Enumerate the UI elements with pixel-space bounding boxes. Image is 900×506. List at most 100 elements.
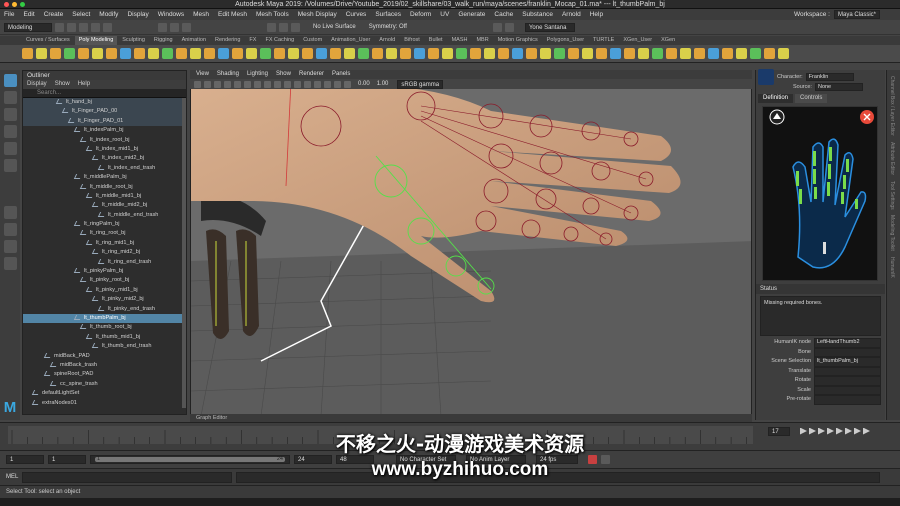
menu-item-help[interactable]: Help: [590, 11, 603, 18]
shelf-tool-icon[interactable]: [232, 48, 243, 59]
outliner-row[interactable]: midBack_PAD: [23, 352, 186, 361]
shelf-tool-icon[interactable]: [358, 48, 369, 59]
hik-tab-controls[interactable]: Controls: [795, 94, 828, 103]
outliner-search-input[interactable]: Search...: [23, 89, 186, 98]
menu-item-create[interactable]: Create: [44, 11, 64, 18]
viewport-menu-panels[interactable]: Panels: [332, 70, 350, 79]
shelf-tool-icon[interactable]: [596, 48, 607, 59]
ipr-render-icon[interactable]: [504, 22, 514, 32]
outliner-row[interactable]: lt_Finger_PAD_01: [23, 116, 186, 127]
resolution-gate-icon[interactable]: [254, 80, 261, 88]
step-forward-key-icon[interactable]: [854, 427, 861, 435]
outliner-row[interactable]: midBack_trash: [23, 361, 186, 370]
shelf-tab-mbr[interactable]: MBR: [472, 36, 492, 45]
menu-item-file[interactable]: File: [4, 11, 14, 18]
lasso-tool-icon[interactable]: [3, 91, 17, 104]
select-component-icon[interactable]: [182, 22, 191, 32]
symmetry-label[interactable]: Symmetry: Off: [369, 24, 407, 30]
side-tab[interactable]: Attribute Editor: [889, 142, 895, 175]
shelf-tool-icon[interactable]: [540, 48, 551, 59]
viewport-menu-view[interactable]: View: [196, 70, 209, 79]
shelf-tab-mash[interactable]: MASH: [448, 36, 472, 45]
menu-item-generate[interactable]: Generate: [458, 11, 485, 18]
grid-icon[interactable]: [234, 80, 241, 88]
move-tool-icon[interactable]: [3, 125, 17, 138]
viewport-panel[interactable]: [190, 70, 752, 415]
workspace-dropdown[interactable]: Maya Classic*: [833, 10, 880, 19]
shelf-tool-icon[interactable]: [484, 48, 495, 59]
menu-item-deform[interactable]: Deform: [410, 11, 431, 18]
shelf-tool-icon[interactable]: [386, 48, 397, 59]
shelf-tool-icon[interactable]: [246, 48, 257, 59]
outliner-row[interactable]: lt_middle_root_bj: [23, 183, 186, 192]
hik-tab-definition[interactable]: Definition: [758, 94, 794, 103]
mel-input[interactable]: [22, 471, 233, 483]
film-gate-icon[interactable]: [244, 80, 251, 88]
undo-icon[interactable]: [91, 22, 100, 32]
shelf-tool-icon[interactable]: [470, 48, 481, 59]
two-layout-icon[interactable]: [3, 240, 17, 253]
outliner-row[interactable]: lt_pinky_mid1_bj: [23, 286, 186, 295]
shelf-tab-polygons-user[interactable]: Polygons_User: [543, 36, 588, 45]
outliner-row[interactable]: lt_index_mid1_bj: [23, 145, 186, 154]
snap-point-icon[interactable]: [291, 22, 300, 32]
outliner-row[interactable]: lt_ringPalm_bj: [23, 220, 186, 229]
shelf-tool-icon[interactable]: [610, 48, 621, 59]
character-dropdown[interactable]: Franklin: [805, 73, 854, 81]
viewport-menu-renderer[interactable]: Renderer: [299, 70, 324, 79]
hik-field-value[interactable]: [814, 385, 881, 395]
viewport-scene[interactable]: [191, 71, 752, 415]
side-tab[interactable]: Tool Settings: [889, 181, 895, 210]
outliner-row[interactable]: lt_thumb_mid1_bj: [23, 333, 186, 342]
outliner-row[interactable]: lt_middle_mid1_bj: [23, 192, 186, 201]
menuset-dropdown[interactable]: Modeling: [4, 22, 52, 32]
bookmark-icon[interactable]: [214, 80, 221, 88]
go-to-end-icon[interactable]: [863, 427, 870, 435]
viewport-menu-shading[interactable]: Shading: [217, 70, 239, 79]
outliner-row[interactable]: lt_pinky_end_trash: [23, 305, 186, 314]
menu-item-mesh-tools[interactable]: Mesh Tools: [256, 11, 289, 18]
playback-start-field[interactable]: 1: [48, 455, 86, 464]
shelf-tool-icon[interactable]: [316, 48, 327, 59]
shelf-tool-icon[interactable]: [78, 48, 89, 59]
menu-item-mesh[interactable]: Mesh: [193, 11, 209, 18]
shelf-tool-icon[interactable]: [694, 48, 705, 59]
outliner-row[interactable]: lt_pinky_root_bj: [23, 276, 186, 285]
shelf-tool-icon[interactable]: [372, 48, 383, 59]
range-slider[interactable]: 1 24: [90, 455, 290, 464]
outliner-row[interactable]: lt_Finger_PAD_00: [23, 107, 186, 117]
save-scene-icon[interactable]: [79, 22, 88, 32]
shelf-tab-custom[interactable]: Custom: [299, 36, 326, 45]
current-frame-field[interactable]: 17: [768, 427, 790, 436]
outliner-row[interactable]: lt_index_end_trash: [23, 164, 186, 173]
xray-icon[interactable]: [324, 80, 331, 88]
outliner-row[interactable]: lt_index_mid2_bj: [23, 154, 186, 163]
menu-item-arnold[interactable]: Arnold: [562, 11, 581, 18]
outliner-row[interactable]: lt_pinky_mid2_bj: [23, 295, 186, 304]
menu-item-edit[interactable]: Edit: [23, 11, 34, 18]
viewport-menu-lighting[interactable]: Lighting: [247, 70, 268, 79]
xray-joints-icon[interactable]: [334, 80, 341, 88]
outliner-layout-icon[interactable]: [3, 257, 17, 270]
shelf-tab-animation[interactable]: Animation: [178, 36, 210, 45]
shelf-tool-icon[interactable]: [344, 48, 355, 59]
outliner-row[interactable]: lt_middlePalm_bj: [23, 173, 186, 182]
shelf-tab-rigging[interactable]: Rigging: [150, 36, 177, 45]
outliner-row[interactable]: lt_thumbPalm_bj: [23, 313, 186, 324]
select-hierarchy-icon[interactable]: [158, 22, 167, 32]
side-tab[interactable]: Modeling Toolkit: [889, 215, 895, 251]
live-surface-label[interactable]: No Live Surface: [313, 24, 356, 30]
snap-grid-icon[interactable]: [267, 22, 276, 32]
scale-tool-icon[interactable]: [3, 159, 17, 172]
outliner-row[interactable]: lt_middle_end_trash: [23, 211, 186, 220]
exposure-field[interactable]: 0.00: [358, 81, 370, 87]
camera-attr-icon[interactable]: [204, 80, 211, 88]
shelf-tool-icon[interactable]: [428, 48, 439, 59]
user-account-dropdown[interactable]: Yone Santana: [524, 22, 575, 32]
hik-field-value[interactable]: LeftHandThumb2: [814, 338, 881, 348]
hik-field-value[interactable]: [814, 395, 881, 405]
shelf-tool-icon[interactable]: [106, 48, 117, 59]
shelf-tab-curves-surfaces[interactable]: Curves / Surfaces: [22, 36, 74, 45]
menu-item-substance[interactable]: Substance: [522, 11, 553, 18]
shelf-tool-icon[interactable]: [22, 48, 33, 59]
